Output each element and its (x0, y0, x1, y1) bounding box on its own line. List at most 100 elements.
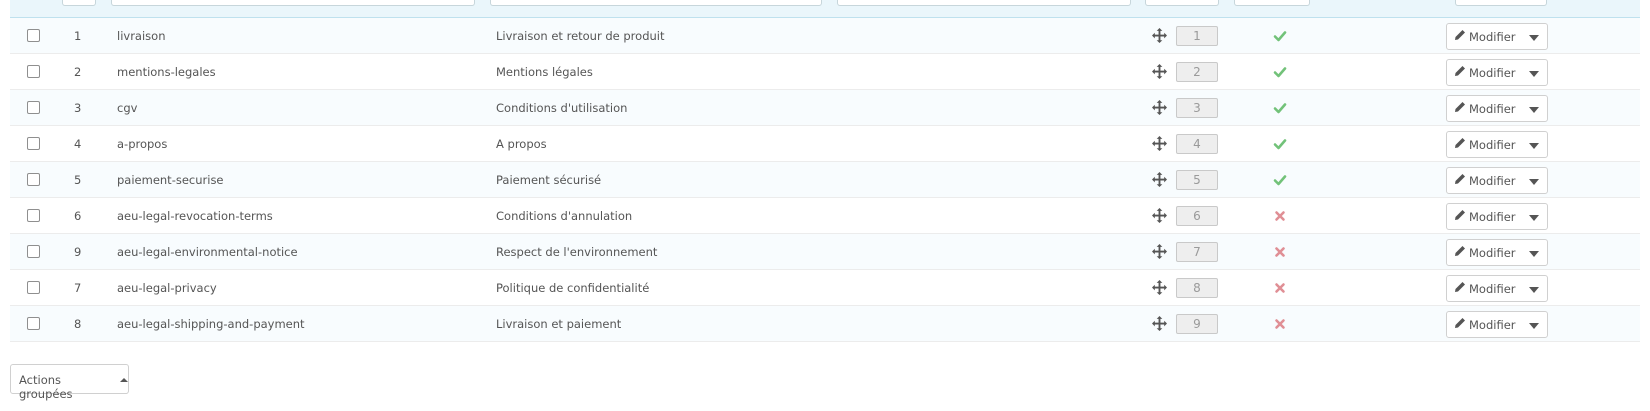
row-checkbox[interactable] (27, 29, 40, 42)
row-meta-title: Conditions d'annulation (496, 209, 633, 223)
row-checkbox[interactable] (27, 281, 40, 294)
move-icon[interactable] (1152, 172, 1167, 187)
table-row[interactable]: 3 cgv Conditions d'utilisation 3 Modifier (10, 90, 1640, 126)
row-actions-dropdown-toggle[interactable] (1521, 204, 1547, 229)
row-actions-dropdown-toggle[interactable] (1521, 168, 1547, 193)
row-id: 6 (74, 209, 82, 223)
move-icon[interactable] (1152, 100, 1167, 115)
check-icon[interactable] (1273, 29, 1287, 43)
row-meta-title: Livraison et retour de produit (496, 29, 665, 43)
table-row[interactable]: 8 aeu-legal-shipping-and-payment Livraison… (10, 306, 1640, 342)
row-actions-dropdown-toggle[interactable] (1521, 60, 1547, 85)
caret-down-icon (1529, 246, 1539, 260)
cross-icon[interactable] (1273, 245, 1287, 259)
row-position: 9 (1176, 314, 1218, 334)
row-meta-title: Livraison et paiement (496, 317, 622, 331)
edit-button-label: Modifier (1469, 209, 1516, 224)
move-icon[interactable] (1152, 316, 1167, 331)
row-position: 8 (1176, 278, 1218, 298)
edit-button-label: Modifier (1469, 173, 1516, 188)
row-link-rewrite: a-propos (117, 137, 168, 151)
edit-button[interactable]: Modifier (1447, 312, 1521, 337)
row-position: 4 (1176, 134, 1218, 154)
row-actions-group: Modifier (1446, 23, 1548, 50)
table-row[interactable]: 5 paiement-securise Paiement sécurisé 5 Modi… (10, 162, 1640, 198)
table-row[interactable]: 7 aeu-legal-privacy Politique de confident… (10, 270, 1640, 306)
check-icon[interactable] (1273, 173, 1287, 187)
check-icon[interactable] (1273, 137, 1287, 151)
bulk-actions-button[interactable]: Actions groupées (10, 364, 129, 401)
row-link-rewrite: paiement-securise (117, 173, 224, 187)
row-meta-title: Mentions légales (496, 65, 593, 79)
row-checkbox[interactable] (27, 173, 40, 186)
table-row[interactable]: 6 aeu-legal-revocation-terms Conditions d'… (10, 198, 1640, 234)
row-id: 7 (74, 281, 82, 295)
row-link-rewrite: livraison (117, 29, 166, 43)
row-link-rewrite: aeu-legal-revocation-terms (117, 209, 273, 223)
table-row[interactable]: 1 livraison Livraison et retour de produit… (10, 18, 1640, 54)
filter-position-input[interactable] (1145, 0, 1219, 6)
caret-down-icon (1529, 210, 1539, 224)
row-checkbox[interactable] (27, 209, 40, 222)
move-icon[interactable] (1152, 244, 1167, 259)
row-checkbox[interactable] (27, 137, 40, 150)
filter-extra-input[interactable] (837, 0, 1131, 6)
filter-status-select[interactable] (1234, 0, 1310, 6)
row-position: 7 (1176, 242, 1218, 262)
edit-button-label: Modifier (1469, 101, 1516, 116)
table-row[interactable]: 4 a-propos A propos 4 Modifier (10, 126, 1640, 162)
edit-button[interactable]: Modifier (1447, 24, 1521, 49)
row-actions-dropdown-toggle[interactable] (1521, 132, 1547, 157)
row-checkbox[interactable] (27, 317, 40, 330)
edit-button[interactable]: Modifier (1447, 240, 1521, 265)
row-actions-dropdown-toggle[interactable] (1521, 96, 1547, 121)
edit-button[interactable]: Modifier (1447, 204, 1521, 229)
edit-button[interactable]: Modifier (1447, 60, 1521, 85)
pencil-icon (1454, 173, 1466, 188)
row-actions-group: Modifier (1446, 167, 1548, 194)
row-checkbox[interactable] (27, 245, 40, 258)
cross-icon[interactable] (1273, 209, 1287, 223)
caret-up-icon (120, 373, 128, 393)
table-row[interactable]: 2 mentions-legales Mentions légales 2 Modifi… (10, 54, 1640, 90)
row-id: 9 (74, 245, 82, 259)
bulk-actions-label: Actions groupées (19, 373, 73, 401)
move-icon[interactable] (1152, 208, 1167, 223)
row-actions-dropdown-toggle[interactable] (1521, 276, 1547, 301)
move-icon[interactable] (1152, 64, 1167, 79)
row-actions-group: Modifier (1446, 203, 1548, 230)
move-icon[interactable] (1152, 280, 1167, 295)
row-link-rewrite: aeu-legal-environmental-notice (117, 245, 298, 259)
row-actions-dropdown-toggle[interactable] (1521, 24, 1547, 49)
edit-button[interactable]: Modifier (1447, 96, 1521, 121)
table-row[interactable]: 9 aeu-legal-environmental-notice Respect d… (10, 234, 1640, 270)
cross-icon[interactable] (1273, 317, 1287, 331)
edit-button[interactable]: Modifier (1447, 276, 1521, 301)
edit-button-label: Modifier (1469, 281, 1516, 296)
check-icon[interactable] (1273, 101, 1287, 115)
row-checkbox[interactable] (27, 65, 40, 78)
move-icon[interactable] (1152, 136, 1167, 151)
row-meta-title: A propos (496, 137, 547, 151)
row-checkbox[interactable] (27, 101, 40, 114)
row-position: 3 (1176, 98, 1218, 118)
edit-button-label: Modifier (1469, 29, 1516, 44)
row-actions-dropdown-toggle[interactable] (1521, 312, 1547, 337)
row-actions-group: Modifier (1446, 95, 1548, 122)
filter-meta-title-input[interactable] (490, 0, 822, 6)
move-icon[interactable] (1152, 28, 1167, 43)
filter-id-input[interactable] (62, 0, 96, 6)
cross-icon[interactable] (1273, 281, 1287, 295)
pencil-icon (1454, 317, 1466, 332)
edit-button[interactable]: Modifier (1447, 168, 1521, 193)
edit-button[interactable]: Modifier (1447, 132, 1521, 157)
check-icon[interactable] (1273, 65, 1287, 79)
row-id: 3 (74, 101, 82, 115)
row-meta-title: Politique de confidentialité (496, 281, 650, 295)
row-actions-dropdown-toggle[interactable] (1521, 240, 1547, 265)
row-link-rewrite: cgv (117, 101, 138, 115)
row-link-rewrite: mentions-legales (117, 65, 216, 79)
edit-button-label: Modifier (1469, 65, 1516, 80)
filter-link-rewrite-input[interactable] (111, 0, 475, 6)
search-button[interactable] (1455, 0, 1547, 6)
